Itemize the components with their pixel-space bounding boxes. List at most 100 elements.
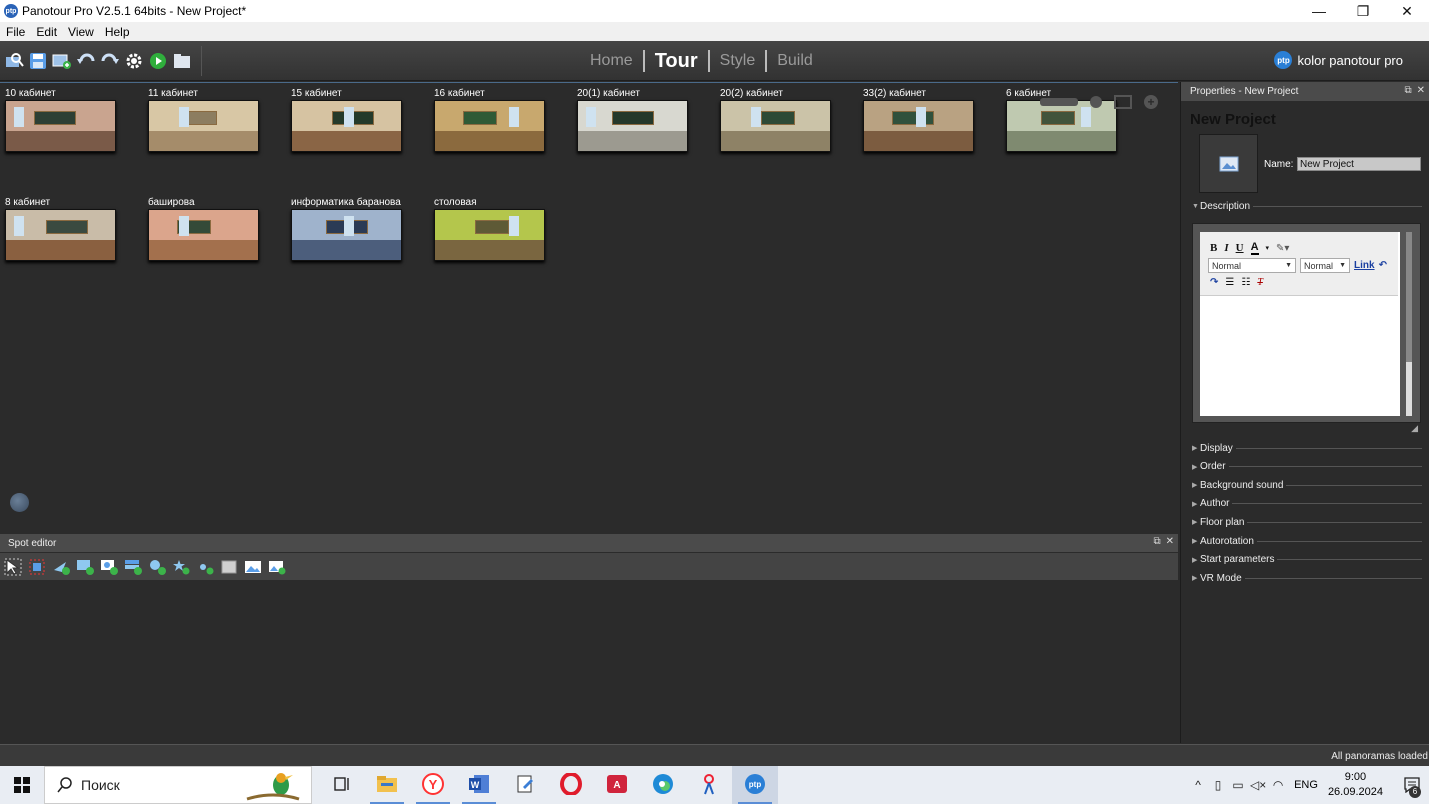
rect-select-icon[interactable]	[27, 557, 47, 577]
panorama-thumbnail[interactable]	[5, 209, 116, 261]
taskbar-app-paint[interactable]	[686, 766, 732, 804]
project-thumbnail[interactable]	[1199, 134, 1258, 193]
minimize-button[interactable]: —	[1297, 0, 1341, 22]
add-panorama-icon[interactable]	[51, 51, 72, 71]
description-text-area[interactable]: B I U A ▾ ✎▾ Normal ▼ Normal ▼ Link ↶ ↷ …	[1200, 232, 1400, 416]
taskbar-search[interactable]: Поиск	[44, 766, 312, 804]
section-autorotation[interactable]: ▶ Autorotation	[1192, 534, 1422, 548]
globe-icon[interactable]	[10, 493, 29, 512]
section-start-parameters[interactable]: ▶ Start parameters	[1192, 553, 1422, 567]
float-panel-icon[interactable]: ⧉	[1404, 85, 1411, 96]
section-display[interactable]: ▶ Display	[1192, 441, 1422, 455]
panorama-thumbnail[interactable]	[148, 209, 259, 261]
panorama-item[interactable]: 20(2) кабинет	[720, 87, 833, 152]
language-indicator[interactable]: ENG	[1294, 779, 1318, 791]
add-polygon-spot-icon[interactable]	[147, 557, 167, 577]
section-vr-mode[interactable]: ▶ VR Mode	[1192, 571, 1422, 585]
panorama-thumbnail[interactable]	[5, 100, 116, 152]
section-order[interactable]: ▶ Order	[1192, 460, 1422, 474]
panorama-item[interactable]: 16 кабинет	[434, 87, 547, 152]
speaker-muted-icon[interactable]: ◁×	[1248, 778, 1268, 792]
menu-view[interactable]: View	[62, 25, 99, 39]
format-select[interactable]: Normal ▼	[1208, 258, 1296, 273]
maximize-button[interactable]: ❐	[1341, 0, 1385, 22]
panorama-thumbnail[interactable]	[720, 100, 831, 152]
section-author[interactable]: ▶ Author	[1192, 497, 1422, 511]
panorama-item[interactable]: баширова	[148, 196, 261, 261]
size-select[interactable]: Normal ▼	[1300, 258, 1350, 273]
tab-style[interactable]: Style	[710, 52, 766, 70]
add-dot-spot-icon[interactable]	[195, 557, 215, 577]
taskbar-app-word[interactable]: W	[456, 766, 502, 804]
panorama-thumbnail[interactable]	[577, 100, 688, 152]
panorama-thumbnail[interactable]	[434, 100, 545, 152]
taskbar-app-notepad[interactable]	[502, 766, 548, 804]
tab-build[interactable]: Build	[767, 52, 823, 70]
chevron-up-icon[interactable]: ^	[1188, 778, 1208, 792]
tab-tour[interactable]: Tour	[645, 50, 708, 73]
add-point-spot-icon[interactable]	[51, 557, 71, 577]
bold-button[interactable]: B	[1210, 242, 1217, 254]
add-star-spot-icon[interactable]	[171, 557, 191, 577]
add-landscape-spot-icon[interactable]	[243, 557, 263, 577]
fit-view-icon[interactable]	[1114, 95, 1132, 109]
menu-help[interactable]: Help	[99, 25, 135, 39]
float-panel-icon[interactable]: ⧉	[1153, 536, 1160, 547]
undo-icon[interactable]: ↶	[1379, 260, 1387, 271]
panorama-thumbnail[interactable]	[291, 100, 402, 152]
menu-edit[interactable]: Edit	[30, 25, 62, 39]
taskbar-app-edge[interactable]	[640, 766, 686, 804]
close-panel-icon[interactable]: ✕	[1166, 536, 1174, 547]
output-folder-icon[interactable]	[171, 51, 192, 71]
panorama-item[interactable]: 33(2) кабинет	[863, 87, 976, 152]
close-panel-icon[interactable]: ✕	[1417, 85, 1425, 96]
project-name-input[interactable]	[1297, 157, 1421, 171]
add-image-spot-icon[interactable]	[75, 557, 95, 577]
wifi-icon[interactable]: ◠	[1268, 778, 1288, 792]
notifications-button[interactable]: 6	[1395, 766, 1429, 804]
start-button[interactable]	[0, 766, 44, 804]
add-text-spot-icon[interactable]	[123, 557, 143, 577]
close-button[interactable]: ✕	[1385, 0, 1429, 22]
panorama-thumbnail[interactable]	[863, 100, 974, 152]
select-tool-icon[interactable]	[3, 557, 23, 577]
section-floor-plan[interactable]: ▶ Floor plan	[1192, 515, 1422, 529]
underline-button[interactable]: U	[1236, 242, 1244, 254]
open-project-icon[interactable]	[3, 51, 24, 71]
panorama-thumbnail[interactable]	[434, 209, 545, 261]
settings-gear-icon[interactable]	[123, 51, 144, 71]
editor-scrollbar[interactable]	[1406, 232, 1412, 416]
battery-plug-icon[interactable]: ▯	[1208, 778, 1228, 792]
add-frame-spot-icon[interactable]	[219, 557, 239, 577]
font-color-dropdown-icon[interactable]: ▾	[1266, 244, 1270, 252]
add-picture-spot-icon[interactable]	[267, 557, 287, 577]
panorama-item[interactable]: 8 кабинет	[5, 196, 118, 261]
redo-icon[interactable]	[99, 51, 120, 71]
zoom-slider[interactable]	[1040, 98, 1078, 106]
battery-icon[interactable]: ▭	[1228, 778, 1248, 792]
taskbar-app-file-explorer[interactable]	[364, 766, 410, 804]
highlight-icon[interactable]: ✎▾	[1276, 243, 1289, 254]
panorama-item[interactable]: 10 кабинет	[5, 87, 118, 152]
panorama-thumbnail[interactable]	[291, 209, 402, 261]
taskbar-app-yandex-browser[interactable]: Y	[410, 766, 456, 804]
italic-button[interactable]: I	[1224, 242, 1228, 254]
undo-icon[interactable]	[75, 51, 96, 71]
play-preview-icon[interactable]	[147, 51, 168, 71]
panorama-item[interactable]: 15 кабинет	[291, 87, 404, 152]
numbered-list-icon[interactable]: ☷	[1241, 277, 1250, 288]
panorama-thumbnail[interactable]	[148, 100, 259, 152]
tab-home[interactable]: Home	[580, 52, 643, 70]
link-button[interactable]: Link	[1354, 260, 1375, 271]
save-icon[interactable]	[27, 51, 48, 71]
font-color-button[interactable]: A	[1250, 241, 1259, 255]
taskbar-app-panotour[interactable]: ptp	[732, 766, 778, 804]
add-zoom-spot-icon[interactable]	[99, 557, 119, 577]
taskbar-app-acrobat[interactable]: A	[594, 766, 640, 804]
taskbar-app-opera[interactable]	[548, 766, 594, 804]
taskbar-app-task-view[interactable]	[318, 766, 364, 804]
clear-format-icon[interactable]: T	[1257, 277, 1263, 288]
section-background-sound[interactable]: ▶ Background sound	[1192, 478, 1422, 492]
zoom-in-icon[interactable]: +	[1144, 95, 1158, 109]
zoom-handle[interactable]	[1090, 96, 1102, 108]
